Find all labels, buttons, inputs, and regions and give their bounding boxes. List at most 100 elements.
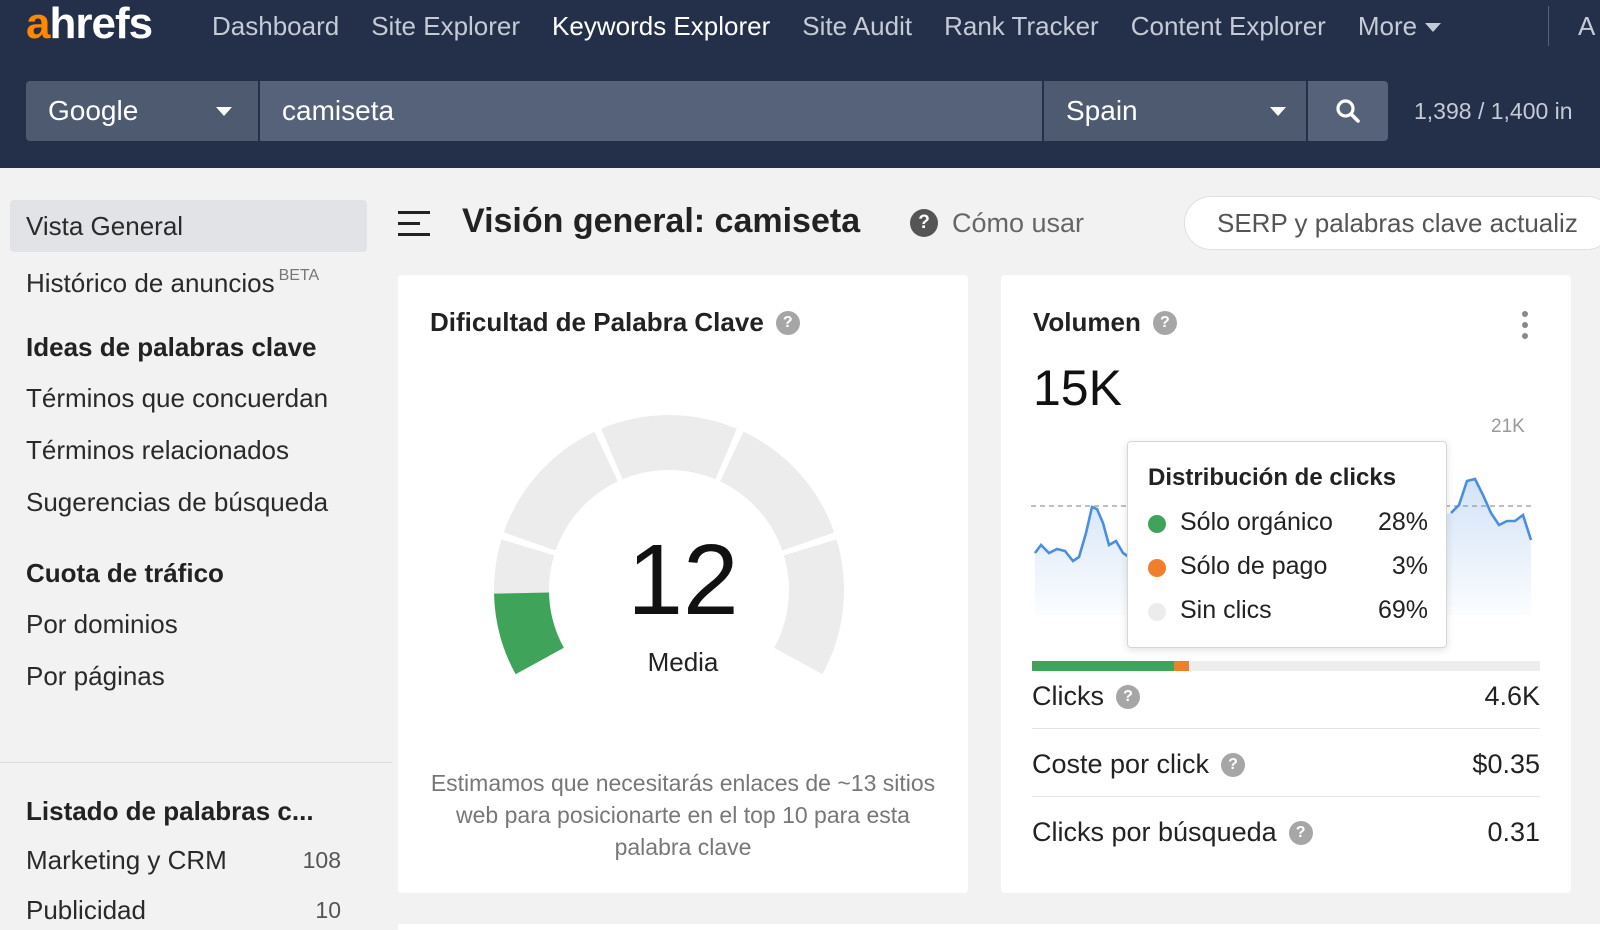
nav-more[interactable]: More xyxy=(1357,10,1442,42)
how-to-use-link[interactable]: ? Cómo usar xyxy=(910,206,1084,240)
kd-explanation: Estimamos que necesitarás enlaces de ~13… xyxy=(430,770,936,860)
nav-content-explorer[interactable]: Content Explorer xyxy=(1131,11,1326,42)
clicks-label: Clicks xyxy=(1032,681,1104,711)
help-icon[interactable]: ? xyxy=(1116,684,1140,709)
logo-text: hrefs xyxy=(49,0,153,48)
how-to-use-label: Cómo usar xyxy=(952,207,1085,238)
chevron-down-icon xyxy=(216,107,232,116)
nav-site-audit[interactable]: Site Audit xyxy=(802,11,912,42)
keyword-input[interactable] xyxy=(260,81,1042,141)
tooltip-row-label: Sin clics xyxy=(1180,596,1272,624)
tooltip-row-no-clicks: Sin clics 69% xyxy=(1148,596,1428,626)
menu-icon[interactable] xyxy=(398,211,430,237)
nav-dashboard[interactable]: Dashboard xyxy=(212,11,339,42)
metric-label: Clicks por búsqueda? xyxy=(1032,817,1313,848)
metric-row-cpc: Coste por click? $0.35 xyxy=(1032,729,1540,797)
tooltip-row-organic: Sólo orgánico 28% xyxy=(1148,508,1428,538)
nav-more-label: More xyxy=(1357,10,1418,41)
clicks-value: 4.6K xyxy=(1484,681,1540,711)
sidebar-item-ads-history[interactable]: Histórico de anuncios BETA xyxy=(10,250,367,302)
chevron-down-icon xyxy=(1425,23,1442,33)
sidebar-item-by-domains[interactable]: Por dominios xyxy=(10,598,367,650)
sidebar-item-search-suggestions[interactable]: Sugerencias de búsqueda xyxy=(10,476,367,528)
help-icon[interactable]: ? xyxy=(1221,752,1246,777)
tooltip-row-label: Sólo orgánico xyxy=(1180,508,1333,536)
kd-score: 12 xyxy=(627,524,739,636)
metric-row-clicks: Clicks? 4.6K xyxy=(1032,661,1540,729)
top-navigation-bar: ahrefs Dashboard Site Explorer Keywords … xyxy=(0,0,1600,168)
list-count: 108 xyxy=(302,847,341,873)
cpc-label: Coste por click xyxy=(1032,749,1210,779)
tooltip-row-pct: 3% xyxy=(1391,552,1428,580)
tooltip-row-pct: 28% xyxy=(1377,508,1428,536)
tooltip-title: Distribución de clicks xyxy=(1148,464,1397,491)
search-quota: 1,398 / 1,400 in xyxy=(1414,98,1573,124)
metric-row-clicks-per-search: Clicks por búsqueda? 0.31 xyxy=(1032,797,1540,865)
sidebar: Vista General Histórico de anuncios BETA … xyxy=(0,168,392,930)
help-icon[interactable]: ? xyxy=(1152,310,1177,335)
clicks-per-search-label: Clicks por búsqueda xyxy=(1032,817,1277,847)
metric-label: Coste por click? xyxy=(1032,749,1246,780)
sidebar-list-publicidad[interactable]: Publicidad 10 xyxy=(10,884,367,930)
sidebar-item-label: Por páginas xyxy=(26,661,165,691)
no-clicks-legend-dot xyxy=(1148,603,1166,621)
sidebar-item-overview[interactable]: Vista General xyxy=(10,200,367,252)
paid-legend-dot xyxy=(1148,559,1166,577)
search-engine-value: Google xyxy=(48,95,139,126)
serp-status-pill[interactable]: SERP y palabras clave actualiz xyxy=(1184,196,1600,250)
list-count: 10 xyxy=(315,897,341,923)
nav-site-explorer[interactable]: Site Explorer xyxy=(371,11,520,42)
sidebar-item-label: Vista General xyxy=(26,211,184,241)
clicks-per-search-value: 0.31 xyxy=(1487,817,1540,847)
search-button[interactable] xyxy=(1308,81,1388,141)
logo-accent-letter: a xyxy=(26,0,51,48)
sidebar-item-label: Por dominios xyxy=(26,609,178,639)
organic-legend-dot xyxy=(1148,515,1166,533)
sidebar-item-related-terms[interactable]: Términos relacionados xyxy=(10,424,367,476)
sidebar-item-label: Sugerencias de búsqueda xyxy=(26,487,329,517)
help-icon[interactable]: ? xyxy=(1288,820,1313,845)
tooltip-row-pct: 69% xyxy=(1377,596,1428,624)
nav-rank-tracker[interactable]: Rank Tracker xyxy=(944,11,1099,42)
sidebar-divider xyxy=(0,762,392,763)
chevron-down-icon xyxy=(1270,107,1286,116)
sidebar-heading-traffic-share: Cuota de tráfico xyxy=(26,558,224,588)
sidebar-item-label: Marketing y CRM xyxy=(26,845,227,875)
nav-account[interactable]: A xyxy=(1578,0,1595,52)
more-options-icon[interactable] xyxy=(1519,311,1531,341)
search-engine-select[interactable]: Google xyxy=(26,81,258,141)
keyword-difficulty-card: Dificultad de Palabra Clave? 12 Media Es… xyxy=(398,275,968,893)
kd-level-label: Media xyxy=(647,647,719,677)
next-card-edge xyxy=(398,924,1600,930)
volume-card-title: Volumen? xyxy=(1033,307,1177,338)
cpc-value: $0.35 xyxy=(1472,749,1540,779)
country-value: Spain xyxy=(1066,95,1138,126)
sidebar-item-label: Publicidad xyxy=(26,895,146,925)
volume-title-text: Volumen xyxy=(1033,307,1141,337)
main-nav: Dashboard Site Explorer Keywords Explore… xyxy=(212,0,1473,52)
clicks-distribution-tooltip: Distribución de clicks Sólo orgánico 28%… xyxy=(1127,441,1447,648)
beta-badge: BETA xyxy=(278,267,320,284)
sidebar-heading-ideas: Ideas de palabras clave xyxy=(26,332,317,362)
search-icon xyxy=(1336,99,1360,123)
sidebar-item-label: Términos relacionados xyxy=(26,435,290,465)
sidebar-list-marketing-crm[interactable]: Marketing y CRM 108 xyxy=(10,834,367,886)
sidebar-item-label: Términos que concuerdan xyxy=(26,383,329,413)
tooltip-row-label: Sólo de pago xyxy=(1180,552,1328,580)
sidebar-heading-keyword-lists[interactable]: Listado de palabras c... xyxy=(26,796,314,827)
sidebar-item-by-pages[interactable]: Por páginas xyxy=(10,650,367,702)
nav-keywords-explorer[interactable]: Keywords Explorer xyxy=(552,11,770,42)
help-icon: ? xyxy=(910,209,938,237)
ahrefs-logo[interactable]: ahrefs xyxy=(26,0,153,52)
gauge-segment xyxy=(601,415,737,480)
country-select[interactable]: Spain xyxy=(1044,81,1306,141)
page-title: Visión general: camiseta xyxy=(462,202,861,240)
tooltip-row-paid: Sólo de pago 3% xyxy=(1148,552,1428,582)
metric-label: Clicks? xyxy=(1032,681,1140,712)
sidebar-item-matching-terms[interactable]: Términos que concuerdan xyxy=(10,372,367,424)
nav-divider xyxy=(1548,6,1549,46)
kd-title-text: Dificultad de Palabra Clave xyxy=(430,307,764,337)
kd-card-title: Dificultad de Palabra Clave? xyxy=(430,307,800,338)
sidebar-item-label: Histórico de anuncios xyxy=(26,268,275,298)
help-icon[interactable]: ? xyxy=(775,310,800,335)
